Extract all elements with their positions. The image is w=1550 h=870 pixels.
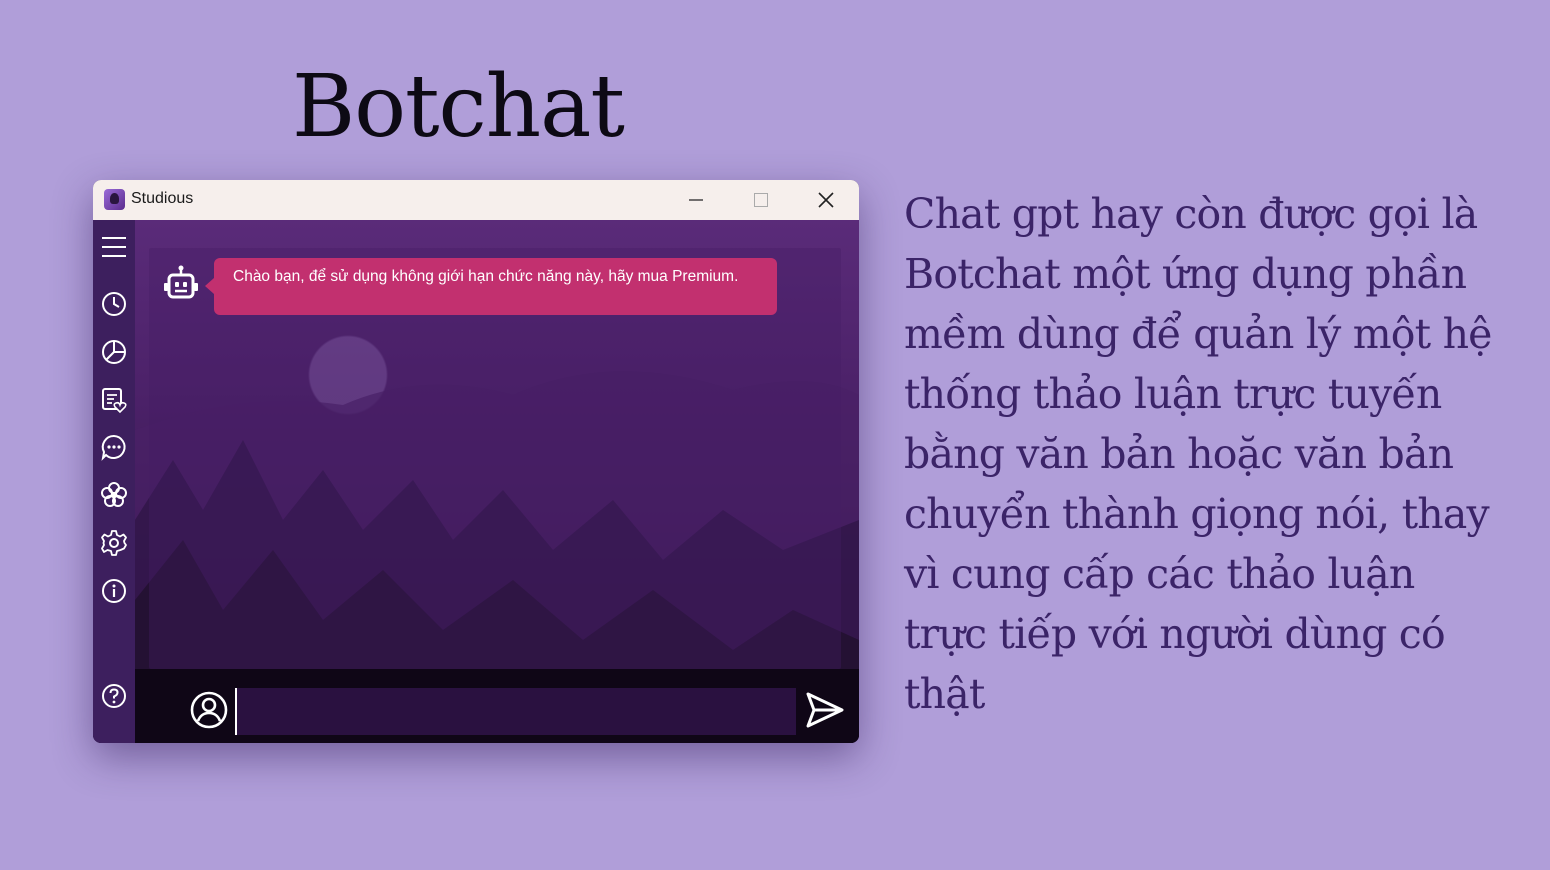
bot-message-bubble: Chào bạn, để sử dụng không giới hạn chức… — [205, 258, 777, 315]
task-list-icon — [102, 388, 127, 414]
sidebar-item-chat[interactable] — [93, 426, 135, 468]
app-name: Studious — [131, 190, 194, 207]
user-circle-icon[interactable] — [189, 690, 229, 730]
sidebar-item-settings[interactable] — [93, 522, 135, 564]
sidebar-item-relax[interactable] — [93, 474, 135, 516]
maximize-icon — [754, 193, 768, 207]
send-arrow-icon[interactable] — [805, 691, 845, 729]
slide-title: Botchat — [292, 57, 625, 157]
sidebar-item-tasks[interactable] — [93, 379, 135, 421]
message-input[interactable] — [235, 688, 796, 735]
close-icon — [818, 192, 834, 208]
gear-icon — [101, 530, 127, 556]
chat-bubble-icon — [101, 434, 126, 461]
sidebar-item-history[interactable] — [93, 283, 135, 325]
close-button[interactable] — [803, 180, 849, 220]
description-text: Chat gpt hay còn được gọi là Botchat một… — [904, 190, 1492, 718]
help-icon — [102, 684, 126, 708]
sidebar-item-about[interactable] — [93, 570, 135, 612]
sidebar-item-statistics[interactable] — [93, 331, 135, 373]
clock-icon — [102, 292, 126, 316]
minimize-icon — [689, 199, 703, 201]
pie-chart-icon — [102, 340, 126, 364]
robot-icon — [164, 265, 198, 299]
minimize-button[interactable] — [673, 180, 719, 220]
app-logo-icon — [104, 189, 125, 210]
info-icon — [102, 579, 126, 603]
sidebar-item-help[interactable] — [93, 675, 135, 717]
title-bar[interactable]: Studious — [93, 180, 859, 220]
slide: Botchat Studious Chào bạn, để sử dụng kh… — [0, 0, 1550, 870]
app-window: Studious Chào bạn, để sử dụng không giới… — [93, 180, 859, 743]
sidebar-item-menu[interactable] — [93, 226, 135, 268]
flower-icon — [101, 482, 127, 507]
hamburger-menu-icon — [102, 237, 126, 257]
maximize-button[interactable] — [738, 180, 784, 220]
sidebar — [93, 220, 135, 743]
